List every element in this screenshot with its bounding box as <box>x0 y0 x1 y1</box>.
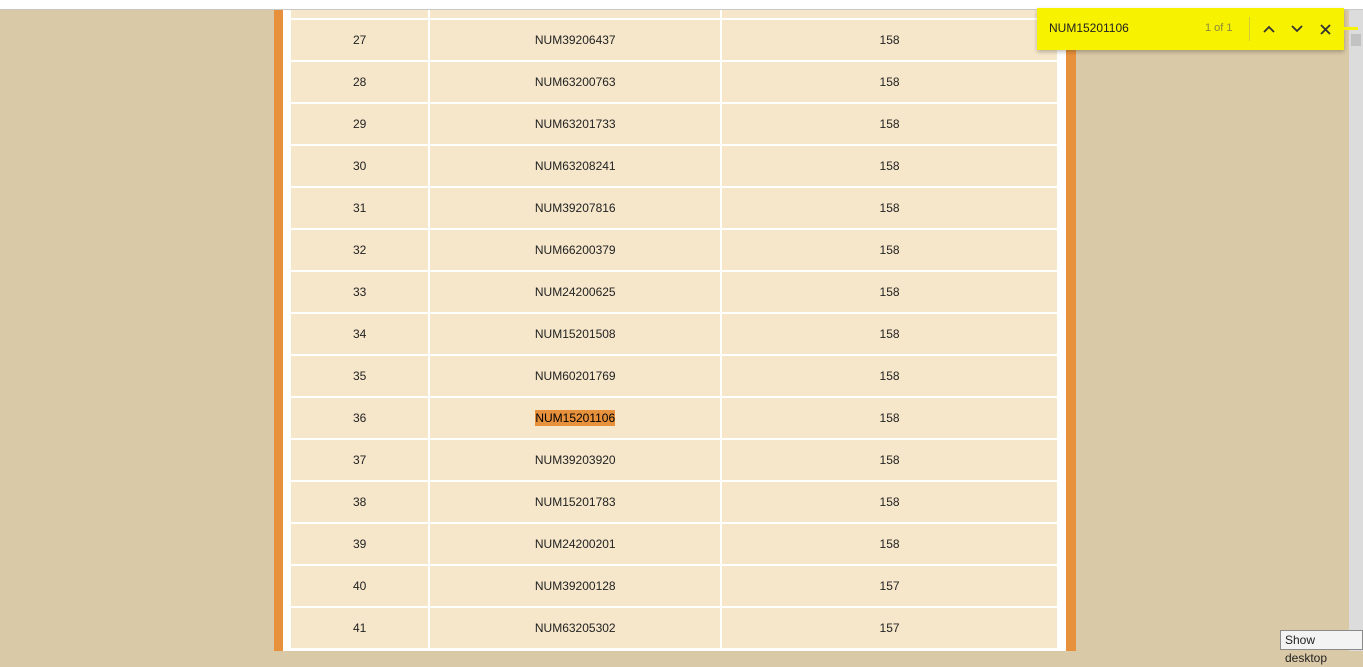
next-match-button[interactable] <box>1287 19 1307 39</box>
score-cell: 158 <box>722 62 1057 104</box>
chevron-down-icon <box>1291 25 1303 33</box>
rank-cell: 41 <box>291 608 431 650</box>
rank-cell: 33 <box>291 272 431 314</box>
close-find-button[interactable] <box>1315 19 1335 39</box>
close-icon <box>1319 23 1331 35</box>
id-cell: NUM39203920 <box>430 440 723 482</box>
rank-cell: 31 <box>291 188 431 230</box>
table-row: 41 NUM63205302 157 <box>291 608 1057 650</box>
id-cell: NUM24200625 <box>430 272 723 314</box>
id-cell: NUM63205302 <box>430 608 723 650</box>
id-cell: NUM15201783 <box>430 482 723 524</box>
table-row: 29 NUM63201733 158 <box>291 104 1057 146</box>
score-cell: 157 <box>722 566 1057 608</box>
rank-cell: 26 <box>291 10 431 20</box>
chevron-up-icon <box>1263 25 1275 33</box>
id-cell: NUM63201733 <box>430 104 723 146</box>
id-cell: NUM63203298 <box>430 10 723 20</box>
rank-cell: 30 <box>291 146 431 188</box>
rank-cell: 27 <box>291 20 431 62</box>
table-row: 26NUM63203298158 <box>291 10 1057 20</box>
table-row: 33 NUM24200625 158 <box>291 272 1057 314</box>
id-cell: NUM15201106 <box>430 398 723 440</box>
find-match-highlight: NUM15201106 <box>535 410 616 426</box>
id-cell: NUM39207816 <box>430 188 723 230</box>
yellow-annotation-mark <box>1340 27 1358 30</box>
show-desktop-tooltip: Show desktop <box>1280 630 1363 665</box>
results-table: 26NUM63203298158 27NUM39206437158 28NUM6… <box>291 10 1057 650</box>
table-row: 31 NUM39207816 158 <box>291 188 1057 230</box>
id-cell: NUM66200379 <box>430 230 723 272</box>
score-cell: 158 <box>722 398 1057 440</box>
score-cell: 158 <box>722 272 1057 314</box>
rank-cell: 38 <box>291 482 431 524</box>
score-cell: 158 <box>722 20 1057 62</box>
find-input[interactable]: NUM15201106 <box>1049 21 1129 35</box>
score-cell: 158 <box>722 482 1057 524</box>
score-cell: 157 <box>722 608 1057 650</box>
rank-cell: 32 <box>291 230 431 272</box>
table-row: 35 NUM60201769 158 <box>291 356 1057 398</box>
page-scrollbar[interactable] <box>1349 10 1363 651</box>
id-cell: NUM15201508 <box>430 314 723 356</box>
right-accent-bar <box>1066 10 1076 651</box>
score-cell: 158 <box>722 10 1057 20</box>
left-accent-bar <box>274 10 283 651</box>
table-row-matched: 36 NUM15201106 158 <box>291 398 1057 440</box>
id-cell: NUM60201769 <box>430 356 723 398</box>
id-cell: NUM39200128 <box>430 566 723 608</box>
table-row: 40 NUM39200128 157 <box>291 566 1057 608</box>
id-cell: NUM39206437 <box>430 20 723 62</box>
score-cell: 158 <box>722 524 1057 566</box>
results-table-container[interactable]: 26NUM63203298158 27NUM39206437158 28NUM6… <box>291 10 1057 651</box>
find-match-count: 1 of 1 <box>1205 22 1233 34</box>
scrollbar-thumb[interactable] <box>1351 34 1361 46</box>
table-row: 28 NUM63200763 158 <box>291 62 1057 104</box>
score-cell: 158 <box>722 440 1057 482</box>
find-in-page-bar: NUM15201106 1 of 1 <box>1037 8 1344 50</box>
table-row: 38 NUM15201783 158 <box>291 482 1057 524</box>
id-cell: NUM63208241 <box>430 146 723 188</box>
score-cell: 158 <box>722 146 1057 188</box>
rank-cell: 40 <box>291 566 431 608</box>
table-row: 27 NUM39206437 158 <box>291 20 1057 62</box>
score-cell: 158 <box>722 356 1057 398</box>
table-row: 39 NUM24200201 158 <box>291 524 1057 566</box>
table-row: 32 NUM66200379 158 <box>291 230 1057 272</box>
rank-cell: 28 <box>291 62 431 104</box>
rank-cell: 29 <box>291 104 431 146</box>
score-cell: 158 <box>722 314 1057 356</box>
id-cell: NUM63200763 <box>430 62 723 104</box>
score-cell: 158 <box>722 188 1057 230</box>
rank-cell: 39 <box>291 524 431 566</box>
rank-cell: 35 <box>291 356 431 398</box>
table-row: 30 NUM63208241 158 <box>291 146 1057 188</box>
rank-cell: 34 <box>291 314 431 356</box>
score-cell: 158 <box>722 104 1057 146</box>
previous-match-button[interactable] <box>1259 19 1279 39</box>
table-row: 34 NUM15201508 158 <box>291 314 1057 356</box>
score-cell: 158 <box>722 230 1057 272</box>
table-row: 37 NUM39203920 158 <box>291 440 1057 482</box>
rank-cell: 37 <box>291 440 431 482</box>
find-divider <box>1249 17 1250 41</box>
id-cell: NUM24200201 <box>430 524 723 566</box>
rank-cell: 36 <box>291 398 431 440</box>
